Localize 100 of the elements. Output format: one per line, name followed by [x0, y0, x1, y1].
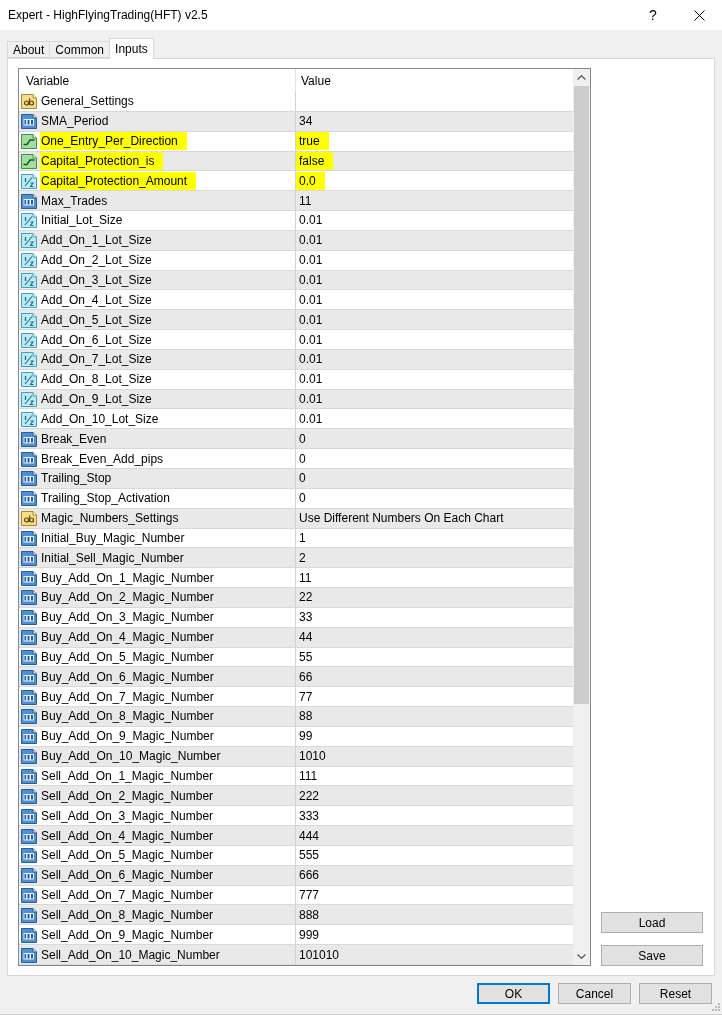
- variable-name: Initial_Buy_Magic_Number: [41, 530, 185, 545]
- variable-name: Buy_Add_On_1_Magic_Number: [41, 570, 214, 585]
- table-row[interactable]: Break_Even 0: [19, 429, 573, 450]
- variable-value: 99: [299, 729, 313, 744]
- variable-value: 0.01: [299, 392, 323, 407]
- variable-name: One_Entry_Per_Direction: [40, 132, 187, 151]
- table-row[interactable]: Trailing_Stop 0: [19, 468, 573, 489]
- table-row[interactable]: Capital_Protection_is false: [19, 151, 573, 172]
- table-row[interactable]: Add_On_9_Lot_Size 0.01: [19, 389, 573, 410]
- table-row[interactable]: Initial_Buy_Magic_Number 1: [19, 528, 573, 549]
- table-row[interactable]: Buy_Add_On_9_Magic_Number 99: [19, 726, 573, 747]
- fraction-icon: [21, 172, 37, 189]
- fraction-icon: [21, 351, 37, 368]
- table-row[interactable]: Buy_Add_On_7_Magic_Number 77: [19, 687, 573, 708]
- chevron-up-icon[interactable]: [577, 75, 586, 80]
- variable-name: Sell_Add_On_2_Magic_Number: [41, 788, 214, 803]
- reset-button[interactable]: Reset: [639, 983, 712, 1004]
- number-icon: [21, 450, 37, 467]
- table-row[interactable]: Capital_Protection_Amount 0.0: [19, 171, 573, 192]
- number-icon: [21, 192, 37, 209]
- table-row[interactable]: Add_On_7_Lot_Size 0.01: [19, 349, 573, 370]
- number-icon: [21, 629, 37, 646]
- tab[interactable]: Common: [49, 41, 111, 58]
- variable-name: Sell_Add_On_6_Magic_Number: [41, 868, 214, 883]
- table-row[interactable]: Sell_Add_On_10_Magic_Number 101010: [19, 945, 573, 965]
- variable-value: 777: [299, 888, 320, 903]
- variable-name: Sell_Add_On_5_Magic_Number: [41, 848, 214, 863]
- scrollbar-thumb[interactable]: [574, 86, 589, 704]
- table-row[interactable]: Trailing_Stop_Activation 0: [19, 488, 573, 509]
- variable-value: 66: [299, 669, 313, 684]
- table-row[interactable]: Sell_Add_On_4_Magic_Number 444: [19, 826, 573, 846]
- fraction-icon: [21, 272, 37, 288]
- table-row[interactable]: Sell_Add_On_7_Magic_Number 777: [19, 885, 573, 906]
- cancel-button[interactable]: Cancel: [558, 983, 631, 1004]
- resize-grip-icon[interactable]: [712, 1003, 720, 1011]
- table-row[interactable]: Magic_Numbers_Settings Use Different Numbers On Each Chart: [19, 508, 573, 529]
- ok-button[interactable]: OK: [477, 983, 550, 1004]
- table-row[interactable]: Sell_Add_On_1_Magic_Number 111: [19, 766, 573, 787]
- table-row[interactable]: Break_Even_Add_pips 0: [19, 449, 573, 469]
- load-button[interactable]: Load: [601, 912, 703, 933]
- table-row[interactable]: Buy_Add_On_2_Magic_Number 22: [19, 588, 573, 608]
- save-button[interactable]: Save: [601, 945, 703, 966]
- table-row[interactable]: Buy_Add_On_4_Magic_Number 44: [19, 627, 573, 648]
- fraction-icon: [21, 331, 37, 348]
- variable-name: Initial_Lot_Size: [41, 213, 123, 228]
- table-row[interactable]: Initial_Sell_Magic_Number 2: [19, 548, 573, 569]
- chevron-down-icon[interactable]: [577, 954, 586, 959]
- table-row[interactable]: Sell_Add_On_5_Magic_Number 555: [19, 845, 573, 866]
- table-row[interactable]: Sell_Add_On_2_Magic_Number 222: [19, 786, 573, 807]
- fraction-icon: [21, 252, 37, 269]
- table-row[interactable]: Add_On_8_Lot_Size 0.01: [19, 369, 573, 390]
- variable-value: 0.01: [299, 352, 323, 367]
- table-row[interactable]: SMA_Period 34: [19, 111, 573, 132]
- number-icon: [21, 668, 37, 685]
- tab[interactable]: Inputs: [109, 38, 154, 59]
- table-row[interactable]: Initial_Lot_Size 0.01: [19, 211, 573, 231]
- close-icon: [693, 9, 705, 21]
- number-icon: [21, 430, 37, 447]
- table-row[interactable]: General_Settings: [19, 92, 573, 112]
- variable-name: Buy_Add_On_4_Magic_Number: [41, 630, 214, 645]
- number-icon: [21, 688, 37, 705]
- table-row[interactable]: Sell_Add_On_6_Magic_Number 666: [19, 865, 573, 886]
- number-icon: [21, 609, 37, 626]
- table-row[interactable]: Add_On_4_Lot_Size 0.01: [19, 290, 573, 311]
- variable-value: 111: [299, 769, 318, 783]
- variable-name: Sell_Add_On_8_Magic_Number: [41, 907, 214, 922]
- variable-name: Add_On_3_Lot_Size: [41, 273, 152, 287]
- number-icon: [21, 867, 37, 884]
- variable-name: SMA_Period: [41, 114, 109, 129]
- table-row[interactable]: Buy_Add_On_8_Magic_Number 88: [19, 707, 573, 727]
- table-row[interactable]: One_Entry_Per_Direction true: [19, 131, 573, 152]
- table-row[interactable]: Buy_Add_On_10_Magic_Number 1010: [19, 746, 573, 767]
- table-row[interactable]: Add_On_6_Lot_Size 0.01: [19, 330, 573, 350]
- number-icon: [21, 926, 37, 943]
- table-row[interactable]: Sell_Add_On_9_Magic_Number 999: [19, 925, 573, 946]
- table-row[interactable]: Sell_Add_On_3_Magic_Number 333: [19, 806, 573, 827]
- variable-name: Add_On_6_Lot_Size: [41, 332, 152, 347]
- help-button[interactable]: ?: [630, 0, 676, 30]
- table-row[interactable]: Add_On_10_Lot_Size 0.01: [19, 409, 573, 430]
- table-row[interactable]: Add_On_2_Lot_Size 0.01: [19, 250, 573, 271]
- number-icon: [21, 748, 37, 765]
- variable-name: Sell_Add_On_4_Magic_Number: [41, 828, 214, 843]
- variable-value: 0.0: [296, 171, 325, 190]
- table-row[interactable]: Add_On_5_Lot_Size 0.01: [19, 310, 573, 331]
- table-row[interactable]: Add_On_3_Lot_Size 0.01: [19, 270, 573, 291]
- table-row[interactable]: Sell_Add_On_8_Magic_Number 888: [19, 905, 573, 926]
- text-icon: [21, 510, 37, 527]
- number-icon: [21, 768, 37, 784]
- scrollbar[interactable]: [573, 69, 590, 965]
- tab[interactable]: About: [7, 41, 51, 58]
- fraction-icon: [21, 410, 37, 427]
- step-line-icon: [21, 133, 37, 150]
- table-row[interactable]: Add_On_1_Lot_Size 0.01: [19, 230, 573, 251]
- variable-value: 999: [299, 927, 320, 942]
- number-icon: [21, 887, 37, 904]
- table-row[interactable]: Buy_Add_On_5_Magic_Number 55: [19, 647, 573, 668]
- table-row[interactable]: Buy_Add_On_3_Magic_Number 33: [19, 607, 573, 628]
- table-row[interactable]: Max_Trades 11: [19, 191, 573, 212]
- table-row[interactable]: Buy_Add_On_1_Magic_Number 11: [19, 568, 573, 588]
- table-row[interactable]: Buy_Add_On_6_Magic_Number 66: [19, 667, 573, 688]
